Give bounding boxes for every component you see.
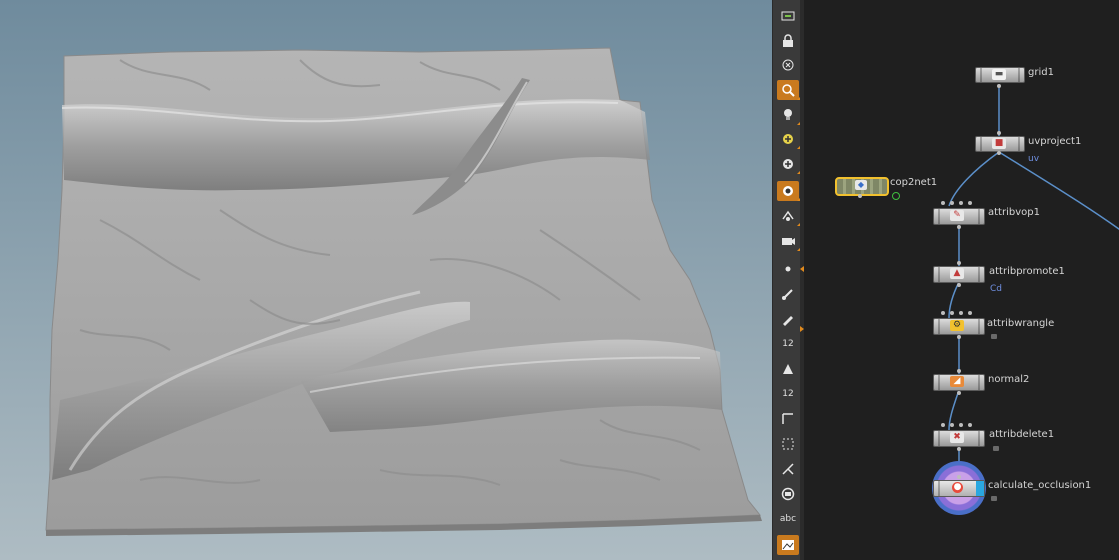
node-input-dot[interactable] [950,201,954,205]
occlusion-icon: ● [952,482,963,493]
node-calculate-occlusion1[interactable]: ● [933,480,985,497]
node-label-grid1: grid1 [1028,67,1054,78]
node-label-attribvop1: attribvop1 [988,207,1040,218]
lock-icon [991,496,997,501]
add-light-icon[interactable] [777,129,802,149]
point-numbers-label: 12 [782,339,794,349]
close-viewer-icon[interactable] [777,55,799,75]
pose-icon[interactable] [777,206,802,226]
lock-icon [991,334,997,339]
node-input-dot[interactable] [968,423,972,427]
normal-display-icon[interactable] [777,409,799,429]
node-input-dot[interactable] [941,311,945,315]
node-output-dot[interactable] [997,84,1001,88]
node-label-calculate-occlusion1: calculate_occlusion1 [988,480,1092,491]
text-display-label: abc [779,514,797,524]
node-input-dot[interactable] [957,369,961,373]
node-output-dot[interactable] [858,194,862,198]
node-input-dot[interactable] [941,201,945,205]
grid-icon: ▬ [992,69,1006,80]
lock-icon [993,446,999,451]
background-toggle-icon[interactable] [777,484,799,504]
node-label-attribwrangle1: attribwrangle [987,318,1055,329]
attribwrangle-icon: ⚙ [950,320,964,331]
attribpromote-icon: ▲ [950,268,964,279]
brush-icon[interactable] [777,284,799,304]
snap-icon[interactable] [777,181,802,201]
node-input-dot[interactable] [957,475,961,479]
node-attribwrangle1[interactable]: ⚙ [933,318,985,335]
add-object-icon[interactable] [777,154,802,174]
node-output-dot[interactable] [957,335,961,339]
select-view-icon[interactable] [777,6,799,26]
vertex-display-icon[interactable] [777,434,799,454]
normal-icon: ◢ [950,376,964,387]
attribute-uv-label: uv [1028,154,1040,164]
render-view-icon[interactable] [777,535,799,555]
transform-handle-icon[interactable] [777,459,799,479]
prim-numbers-icon[interactable]: 12 [777,384,799,404]
node-label-normal2: normal2 [988,374,1030,385]
prim-numbers-label: 12 [782,389,794,399]
attribdelete-icon: ✖ [950,432,964,443]
node-label-attribdelete1: attribdelete1 [989,429,1055,440]
node-grid1[interactable]: ▬ [975,67,1025,83]
pen-icon[interactable] [777,309,799,329]
node-attribvop1[interactable]: ✎ [933,208,985,225]
node-input-dot[interactable] [968,311,972,315]
point-display-icon[interactable] [777,259,799,279]
node-input-dot[interactable] [957,261,961,265]
node-input-dot[interactable] [941,423,945,427]
node-label-uvproject1: uvproject1 [1028,136,1082,147]
magnify-icon[interactable] [777,80,802,100]
viewer-toolbar: 12 12 abc [772,0,802,560]
node-input-dot[interactable] [997,131,1001,135]
scene-viewport[interactable] [0,0,772,560]
node-input-dot[interactable] [959,423,963,427]
node-output-dot[interactable] [957,225,961,229]
node-output-dot[interactable] [997,151,1001,155]
node-input-dot[interactable] [950,423,954,427]
node-label-cop2net1: cop2net1 [890,177,938,188]
point-numbers-icon[interactable]: 12 [777,334,799,354]
light-icon[interactable] [777,105,802,125]
node-output-dot[interactable] [957,391,961,395]
node-input-dot[interactable] [950,311,954,315]
node-label-attribpromote1: attribpromote1 [989,266,1065,277]
unloaded-status-icon [892,192,900,200]
network-editor[interactable]: ▬ grid1 ■ uvproject1 uv ◆ cop2net1 ✎ att… [804,0,1119,560]
node-output-dot[interactable] [957,283,961,287]
node-input-dot[interactable] [968,201,972,205]
node-attribpromote1[interactable]: ▲ [933,266,985,283]
cop-network-icon: ◆ [855,180,867,190]
heightfield-terrain [45,47,762,536]
lock-icon[interactable] [777,31,799,51]
node-uvproject1[interactable]: ■ [975,136,1025,152]
text-display-icon[interactable]: abc [777,509,799,529]
attribute-cd-label: Cd [990,284,1002,294]
node-input-dot[interactable] [959,311,963,315]
prim-display-icon[interactable] [777,359,799,379]
attribvop-icon: ✎ [950,210,964,221]
uvproject-icon: ■ [992,138,1006,149]
node-normal2[interactable]: ◢ [933,374,985,391]
node-cop2net1[interactable]: ◆ [835,177,889,196]
camera-icon[interactable] [777,231,802,251]
node-input-dot[interactable] [959,201,963,205]
node-attribdelete1[interactable]: ✖ [933,430,985,447]
display-flag-icon[interactable] [976,481,984,496]
node-output-dot[interactable] [957,447,961,451]
